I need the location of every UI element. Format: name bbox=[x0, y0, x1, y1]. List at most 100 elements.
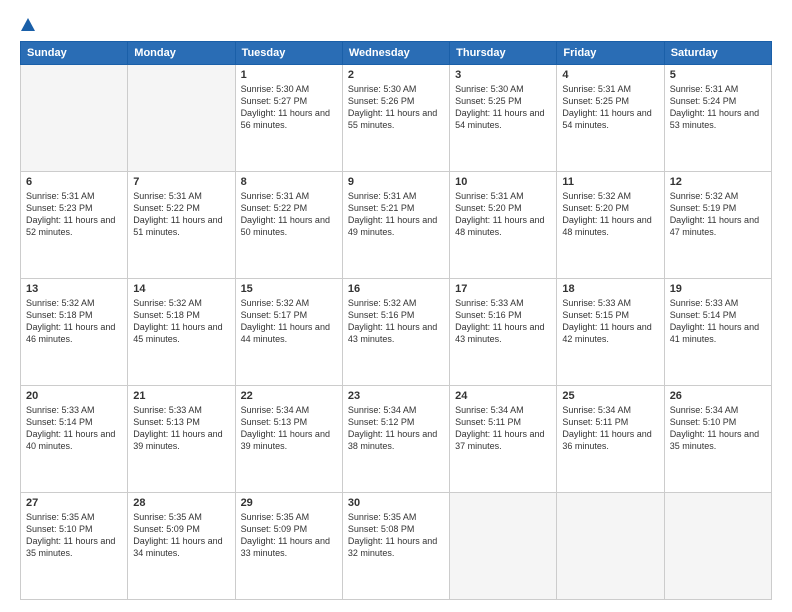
cell-details: Sunrise: 5:31 AMSunset: 5:25 PMDaylight:… bbox=[562, 83, 658, 132]
day-number: 6 bbox=[26, 176, 122, 188]
cell-details: Sunrise: 5:33 AMSunset: 5:14 PMDaylight:… bbox=[670, 297, 766, 346]
calendar-cell bbox=[450, 493, 557, 600]
calendar-cell: 16 Sunrise: 5:32 AMSunset: 5:16 PMDayligh… bbox=[342, 279, 449, 386]
day-number: 14 bbox=[133, 283, 229, 295]
calendar-cell: 8 Sunrise: 5:31 AMSunset: 5:22 PMDaylight… bbox=[235, 172, 342, 279]
weekday-header-thursday: Thursday bbox=[450, 42, 557, 65]
logo bbox=[20, 18, 37, 31]
cell-details: Sunrise: 5:30 AMSunset: 5:26 PMDaylight:… bbox=[348, 83, 444, 132]
calendar-cell: 9 Sunrise: 5:31 AMSunset: 5:21 PMDaylight… bbox=[342, 172, 449, 279]
cell-details: Sunrise: 5:32 AMSunset: 5:18 PMDaylight:… bbox=[26, 297, 122, 346]
cell-details: Sunrise: 5:32 AMSunset: 5:20 PMDaylight:… bbox=[562, 190, 658, 239]
cell-details: Sunrise: 5:34 AMSunset: 5:12 PMDaylight:… bbox=[348, 404, 444, 453]
calendar-cell: 3 Sunrise: 5:30 AMSunset: 5:25 PMDaylight… bbox=[450, 65, 557, 172]
calendar-cell: 25 Sunrise: 5:34 AMSunset: 5:11 PMDayligh… bbox=[557, 386, 664, 493]
day-number: 12 bbox=[670, 176, 766, 188]
cell-details: Sunrise: 5:33 AMSunset: 5:14 PMDaylight:… bbox=[26, 404, 122, 453]
calendar-cell: 11 Sunrise: 5:32 AMSunset: 5:20 PMDayligh… bbox=[557, 172, 664, 279]
day-number: 25 bbox=[562, 390, 658, 402]
day-number: 30 bbox=[348, 497, 444, 509]
weekday-header-saturday: Saturday bbox=[664, 42, 771, 65]
calendar-cell: 20 Sunrise: 5:33 AMSunset: 5:14 PMDayligh… bbox=[21, 386, 128, 493]
day-number: 4 bbox=[562, 69, 658, 81]
calendar-cell: 26 Sunrise: 5:34 AMSunset: 5:10 PMDayligh… bbox=[664, 386, 771, 493]
cell-details: Sunrise: 5:34 AMSunset: 5:11 PMDaylight:… bbox=[455, 404, 551, 453]
day-number: 2 bbox=[348, 69, 444, 81]
calendar-cell: 23 Sunrise: 5:34 AMSunset: 5:12 PMDayligh… bbox=[342, 386, 449, 493]
cell-details: Sunrise: 5:34 AMSunset: 5:10 PMDaylight:… bbox=[670, 404, 766, 453]
day-number: 3 bbox=[455, 69, 551, 81]
calendar-cell: 27 Sunrise: 5:35 AMSunset: 5:10 PMDayligh… bbox=[21, 493, 128, 600]
cell-details: Sunrise: 5:30 AMSunset: 5:27 PMDaylight:… bbox=[241, 83, 337, 132]
day-number: 16 bbox=[348, 283, 444, 295]
cell-details: Sunrise: 5:31 AMSunset: 5:22 PMDaylight:… bbox=[241, 190, 337, 239]
day-number: 8 bbox=[241, 176, 337, 188]
weekday-header-monday: Monday bbox=[128, 42, 235, 65]
cell-details: Sunrise: 5:33 AMSunset: 5:16 PMDaylight:… bbox=[455, 297, 551, 346]
page: SundayMondayTuesdayWednesdayThursdayFrid… bbox=[0, 0, 792, 612]
cell-details: Sunrise: 5:35 AMSunset: 5:10 PMDaylight:… bbox=[26, 511, 122, 560]
calendar-table: SundayMondayTuesdayWednesdayThursdayFrid… bbox=[20, 41, 772, 600]
cell-details: Sunrise: 5:35 AMSunset: 5:08 PMDaylight:… bbox=[348, 511, 444, 560]
calendar-cell: 19Sunrise: 5:33 AMSunset: 5:14 PMDayligh… bbox=[664, 279, 771, 386]
calendar-cell: 18 Sunrise: 5:33 AMSunset: 5:15 PMDayligh… bbox=[557, 279, 664, 386]
calendar-cell: 7 Sunrise: 5:31 AMSunset: 5:22 PMDaylight… bbox=[128, 172, 235, 279]
day-number: 27 bbox=[26, 497, 122, 509]
calendar-cell: 28 Sunrise: 5:35 AMSunset: 5:09 PMDayligh… bbox=[128, 493, 235, 600]
logo-triangle-icon bbox=[21, 18, 35, 31]
calendar-cell: 12 Sunrise: 5:32 AMSunset: 5:19 PMDayligh… bbox=[664, 172, 771, 279]
weekday-header-friday: Friday bbox=[557, 42, 664, 65]
day-number: 28 bbox=[133, 497, 229, 509]
calendar-cell bbox=[664, 493, 771, 600]
cell-details: Sunrise: 5:32 AMSunset: 5:19 PMDaylight:… bbox=[670, 190, 766, 239]
day-number: 9 bbox=[348, 176, 444, 188]
cell-details: Sunrise: 5:31 AMSunset: 5:24 PMDaylight:… bbox=[670, 83, 766, 132]
cell-details: Sunrise: 5:33 AMSunset: 5:13 PMDaylight:… bbox=[133, 404, 229, 453]
day-number: 13 bbox=[26, 283, 122, 295]
cell-details: Sunrise: 5:34 AMSunset: 5:13 PMDaylight:… bbox=[241, 404, 337, 453]
weekday-header-wednesday: Wednesday bbox=[342, 42, 449, 65]
cell-details: Sunrise: 5:31 AMSunset: 5:22 PMDaylight:… bbox=[133, 190, 229, 239]
calendar-cell: 24 Sunrise: 5:34 AMSunset: 5:11 PMDayligh… bbox=[450, 386, 557, 493]
calendar-cell: 21 Sunrise: 5:33 AMSunset: 5:13 PMDayligh… bbox=[128, 386, 235, 493]
cell-details: Sunrise: 5:32 AMSunset: 5:16 PMDaylight:… bbox=[348, 297, 444, 346]
calendar-cell: 2 Sunrise: 5:30 AMSunset: 5:26 PMDaylight… bbox=[342, 65, 449, 172]
calendar-cell: 1 Sunrise: 5:30 AMSunset: 5:27 PMDaylight… bbox=[235, 65, 342, 172]
calendar-cell: 22Sunrise: 5:34 AMSunset: 5:13 PMDayligh… bbox=[235, 386, 342, 493]
cell-details: Sunrise: 5:31 AMSunset: 5:23 PMDaylight:… bbox=[26, 190, 122, 239]
cell-details: Sunrise: 5:30 AMSunset: 5:25 PMDaylight:… bbox=[455, 83, 551, 132]
day-number: 15 bbox=[241, 283, 337, 295]
calendar-cell: 6 Sunrise: 5:31 AMSunset: 5:23 PMDaylight… bbox=[21, 172, 128, 279]
day-number: 23 bbox=[348, 390, 444, 402]
day-number: 26 bbox=[670, 390, 766, 402]
day-number: 21 bbox=[133, 390, 229, 402]
calendar-cell bbox=[21, 65, 128, 172]
day-number: 20 bbox=[26, 390, 122, 402]
weekday-header-tuesday: Tuesday bbox=[235, 42, 342, 65]
cell-details: Sunrise: 5:32 AMSunset: 5:17 PMDaylight:… bbox=[241, 297, 337, 346]
calendar-cell: 5 Sunrise: 5:31 AMSunset: 5:24 PMDaylight… bbox=[664, 65, 771, 172]
cell-details: Sunrise: 5:31 AMSunset: 5:21 PMDaylight:… bbox=[348, 190, 444, 239]
day-number: 5 bbox=[670, 69, 766, 81]
calendar-cell: 4 Sunrise: 5:31 AMSunset: 5:25 PMDaylight… bbox=[557, 65, 664, 172]
calendar-cell: 10 Sunrise: 5:31 AMSunset: 5:20 PMDayligh… bbox=[450, 172, 557, 279]
cell-details: Sunrise: 5:31 AMSunset: 5:20 PMDaylight:… bbox=[455, 190, 551, 239]
day-number: 10 bbox=[455, 176, 551, 188]
day-number: 24 bbox=[455, 390, 551, 402]
cell-details: Sunrise: 5:34 AMSunset: 5:11 PMDaylight:… bbox=[562, 404, 658, 453]
day-number: 1 bbox=[241, 69, 337, 81]
calendar-cell bbox=[128, 65, 235, 172]
cell-details: Sunrise: 5:33 AMSunset: 5:15 PMDaylight:… bbox=[562, 297, 658, 346]
cell-details: Sunrise: 5:35 AMSunset: 5:09 PMDaylight:… bbox=[133, 511, 229, 560]
day-number: 11 bbox=[562, 176, 658, 188]
calendar-cell bbox=[557, 493, 664, 600]
calendar-cell: 15 Sunrise: 5:32 AMSunset: 5:17 PMDayligh… bbox=[235, 279, 342, 386]
cell-details: Sunrise: 5:32 AMSunset: 5:18 PMDaylight:… bbox=[133, 297, 229, 346]
day-number: 18 bbox=[562, 283, 658, 295]
day-number: 29 bbox=[241, 497, 337, 509]
calendar-cell: 30 Sunrise: 5:35 AMSunset: 5:08 PMDayligh… bbox=[342, 493, 449, 600]
cell-details: Sunrise: 5:35 AMSunset: 5:09 PMDaylight:… bbox=[241, 511, 337, 560]
day-number: 7 bbox=[133, 176, 229, 188]
weekday-header-sunday: Sunday bbox=[21, 42, 128, 65]
calendar-cell: 13 Sunrise: 5:32 AMSunset: 5:18 PMDayligh… bbox=[21, 279, 128, 386]
